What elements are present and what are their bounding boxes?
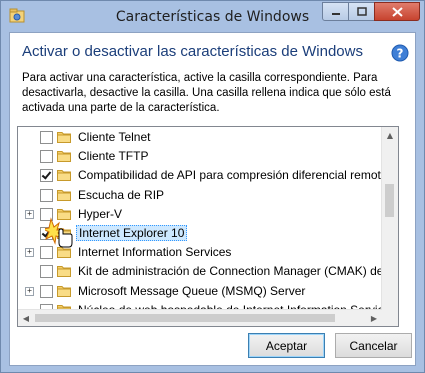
feature-label: Cliente TFTP [78,149,149,164]
feature-row[interactable]: Kit de administración de Connection Mana… [18,262,398,281]
feature-checkbox[interactable] [40,150,53,164]
horizontal-scrollbar[interactable]: ◀ ▶ [18,309,382,326]
ok-button[interactable]: Aceptar [248,333,325,358]
feature-checkbox[interactable] [40,284,53,298]
feature-label: Cliente Telnet [78,130,151,144]
feature-label: Escucha de RIP [78,187,165,202]
svg-text:?: ? [397,47,404,61]
scroll-right-icon[interactable]: ▶ [366,310,382,326]
scroll-up-icon[interactable]: ▲ [382,127,398,143]
expand-icon[interactable]: + [25,248,34,258]
dialog-description: Para activar una característica, active … [22,72,391,114]
vertical-scroll-thumb[interactable] [385,184,394,217]
scroll-left-icon[interactable]: ◀ [18,310,34,326]
horizontal-scroll-thumb[interactable] [35,314,335,322]
feature-checkbox[interactable] [40,131,53,144]
feature-row[interactable]: Cliente TFTP [18,147,383,166]
vertical-scrollbar[interactable]: ▲ ▼ [381,127,398,326]
hand-cursor-icon [45,217,73,248]
feature-label: Kit de administración de Connection Mana… [78,264,399,279]
feature-label: Compatibilidad de API para compresión di… [78,168,388,183]
features-window: Características de Windows Activar o des… [0,0,425,373]
feature-row[interactable]: + Microsoft Message Queue (MSMQ) Server [18,282,383,301]
help-icon[interactable]: ? [391,44,409,62]
feature-checkbox[interactable] [40,265,53,279]
folder-icon [57,189,71,201]
folder-icon [57,285,71,297]
feature-row[interactable]: Escucha de RIP [18,186,383,205]
feature-checkbox[interactable] [40,169,53,183]
scroll-corner [382,310,398,326]
close-button[interactable] [374,2,420,21]
feature-label: Internet Explorer 10 [76,224,188,241]
minimize-button[interactable] [322,2,349,21]
close-icon [391,6,403,17]
dialog-heading: Activar o desactivar las características… [22,43,363,60]
cancel-button[interactable]: Cancelar [335,333,412,358]
folder-icon [57,132,71,143]
expand-icon[interactable]: + [25,286,34,296]
maximize-icon [356,6,367,16]
folder-icon [57,151,71,163]
folder-icon [57,170,71,182]
dialog-body: Activar o desactivar las características… [9,32,416,366]
title-bar[interactable]: Características de Windows [1,1,424,33]
expand-icon[interactable]: + [25,209,34,219]
feature-label: Hyper-V [78,206,123,221]
maximize-button[interactable] [348,2,375,21]
feature-checkbox[interactable] [40,188,53,202]
minimize-icon [331,12,340,15]
feature-label: Internet Information Services [78,245,232,260]
feature-label: Microsoft Message Queue (MSMQ) Server [78,283,306,298]
feature-row[interactable]: Compatibilidad de API para compresión di… [18,166,388,185]
folder-icon [57,266,71,278]
feature-row[interactable]: Cliente Telnet [18,128,383,147]
